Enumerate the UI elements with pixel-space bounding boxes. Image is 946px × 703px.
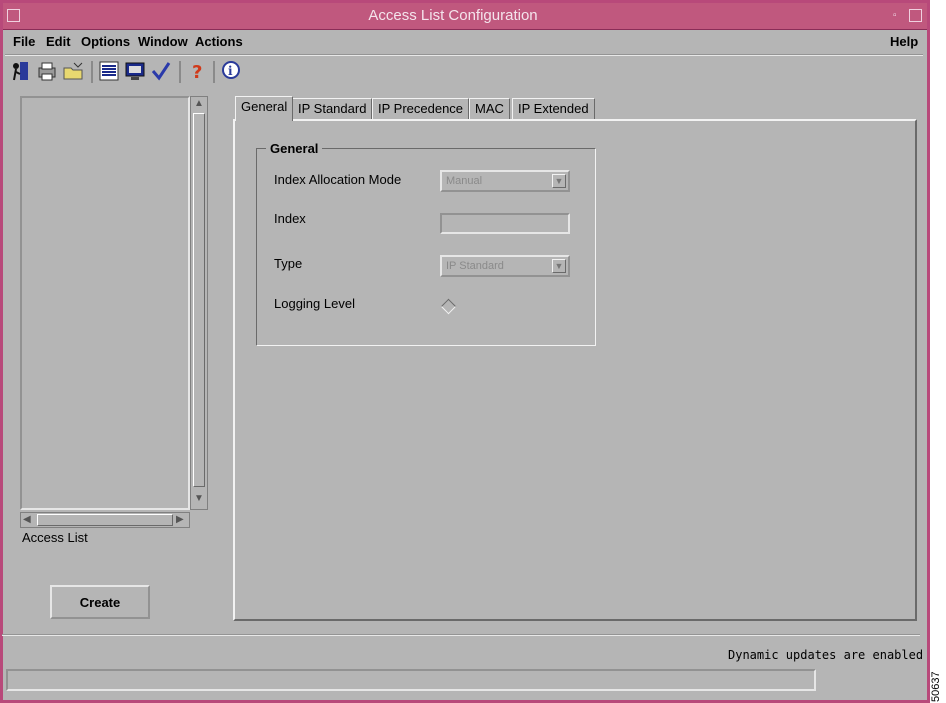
tab-ip-precedence[interactable]: IP Precedence	[372, 98, 470, 120]
menu-options[interactable]: Options	[81, 34, 130, 49]
title-bar[interactable]: Access List Configuration ▫	[3, 3, 927, 30]
menu-file[interactable]: File	[13, 34, 35, 49]
create-button[interactable]: Create	[50, 585, 150, 619]
menu-edit[interactable]: Edit	[46, 34, 71, 49]
index-label: Index	[274, 211, 306, 226]
index-allocation-mode-label: Index Allocation Mode	[274, 172, 402, 187]
horizontal-scrollbar[interactable]: ◀ ▶	[20, 512, 190, 528]
access-list-label: Access List	[22, 530, 88, 545]
monitor-icon[interactable]	[123, 59, 147, 83]
info-icon[interactable]: i	[219, 59, 243, 83]
general-group-title: General	[266, 141, 323, 156]
scroll-left-arrow-icon[interactable]: ◀	[23, 514, 31, 526]
horizontal-scroll-thumb[interactable]	[37, 514, 173, 526]
access-list-box[interactable]	[20, 96, 190, 510]
checkmark-icon[interactable]	[149, 59, 173, 83]
tab-ip-extended[interactable]: IP Extended	[512, 98, 595, 120]
scroll-up-arrow-icon[interactable]: ▲	[194, 98, 204, 110]
vertical-scroll-thumb[interactable]	[193, 113, 205, 487]
type-select[interactable]: IP Standard ▼	[440, 255, 570, 277]
index-input[interactable]	[440, 213, 570, 234]
open-folder-icon[interactable]	[61, 59, 85, 83]
menu-actions[interactable]: Actions	[195, 34, 243, 49]
exit-icon[interactable]	[9, 59, 33, 83]
logging-level-label: Logging Level	[274, 296, 355, 311]
dropdown-arrow-icon: ▼	[552, 259, 566, 273]
toolbar: ? i	[7, 57, 907, 87]
dropdown-arrow-icon: ▼	[552, 174, 566, 188]
status-divider	[2, 634, 920, 638]
status-message: Dynamic updates are enabled	[728, 648, 924, 662]
toolbar-separator	[91, 61, 93, 83]
menu-window[interactable]: Window	[138, 34, 188, 49]
toolbar-separator	[213, 61, 215, 83]
index-allocation-mode-value: Manual	[446, 175, 483, 187]
svg-text:i: i	[228, 64, 233, 78]
tab-mac[interactable]: MAC	[469, 98, 510, 120]
menu-help[interactable]: Help	[890, 34, 918, 49]
minimize-icon[interactable]: ▫	[893, 9, 906, 22]
vertical-scrollbar[interactable]: ▲ ▼	[190, 96, 208, 510]
tab-ip-standard[interactable]: IP Standard	[292, 98, 373, 120]
figure-number: 50637	[930, 671, 942, 702]
scroll-right-arrow-icon[interactable]: ▶	[176, 514, 184, 526]
index-allocation-mode-select[interactable]: Manual ▼	[440, 170, 570, 192]
tab-general[interactable]: General	[235, 96, 294, 121]
menu-bar: File Edit Options Window Actions Help	[5, 30, 923, 56]
type-label: Type	[274, 256, 303, 271]
maximize-icon[interactable]	[909, 9, 922, 22]
list-icon[interactable]	[97, 59, 121, 83]
toolbar-separator	[179, 61, 181, 83]
help-question-icon[interactable]: ?	[185, 59, 209, 83]
status-bar	[6, 669, 816, 691]
print-icon[interactable]	[35, 59, 59, 83]
svg-text:?: ?	[192, 62, 202, 82]
scroll-down-arrow-icon[interactable]: ▼	[194, 493, 204, 505]
window-title: Access List Configuration	[368, 7, 538, 24]
type-value: IP Standard	[446, 260, 504, 272]
